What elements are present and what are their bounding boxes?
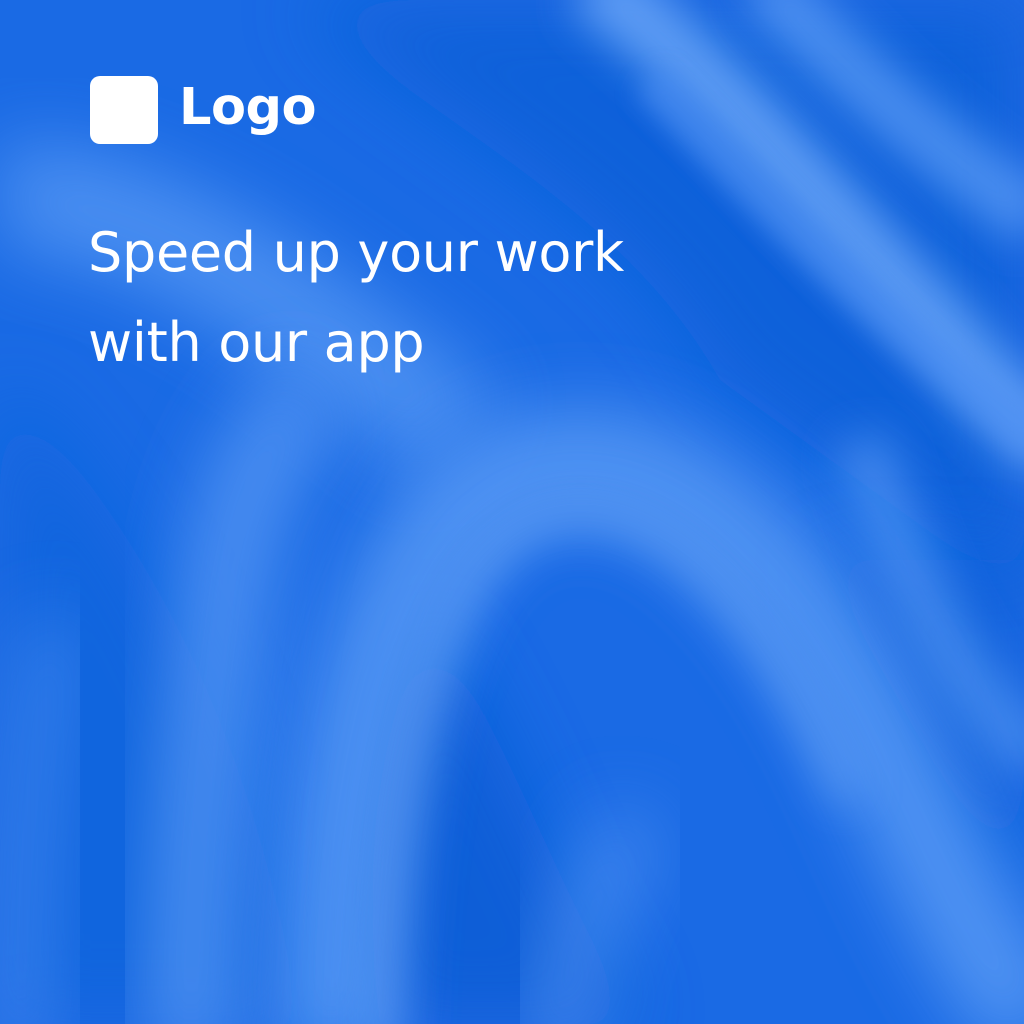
logo-mark-icon: [90, 76, 158, 144]
wavy-gradient-background: [0, 0, 1024, 1024]
brand: Logo: [90, 76, 317, 144]
logo-text: Logo: [179, 78, 317, 137]
headline-line-2: with our app: [88, 311, 425, 374]
headline-line-1: Speed up your work: [88, 221, 624, 284]
headline: Speed up your work with our app: [88, 208, 868, 388]
ad-canvas: Logo Speed up your work with our app: [0, 0, 1024, 1024]
